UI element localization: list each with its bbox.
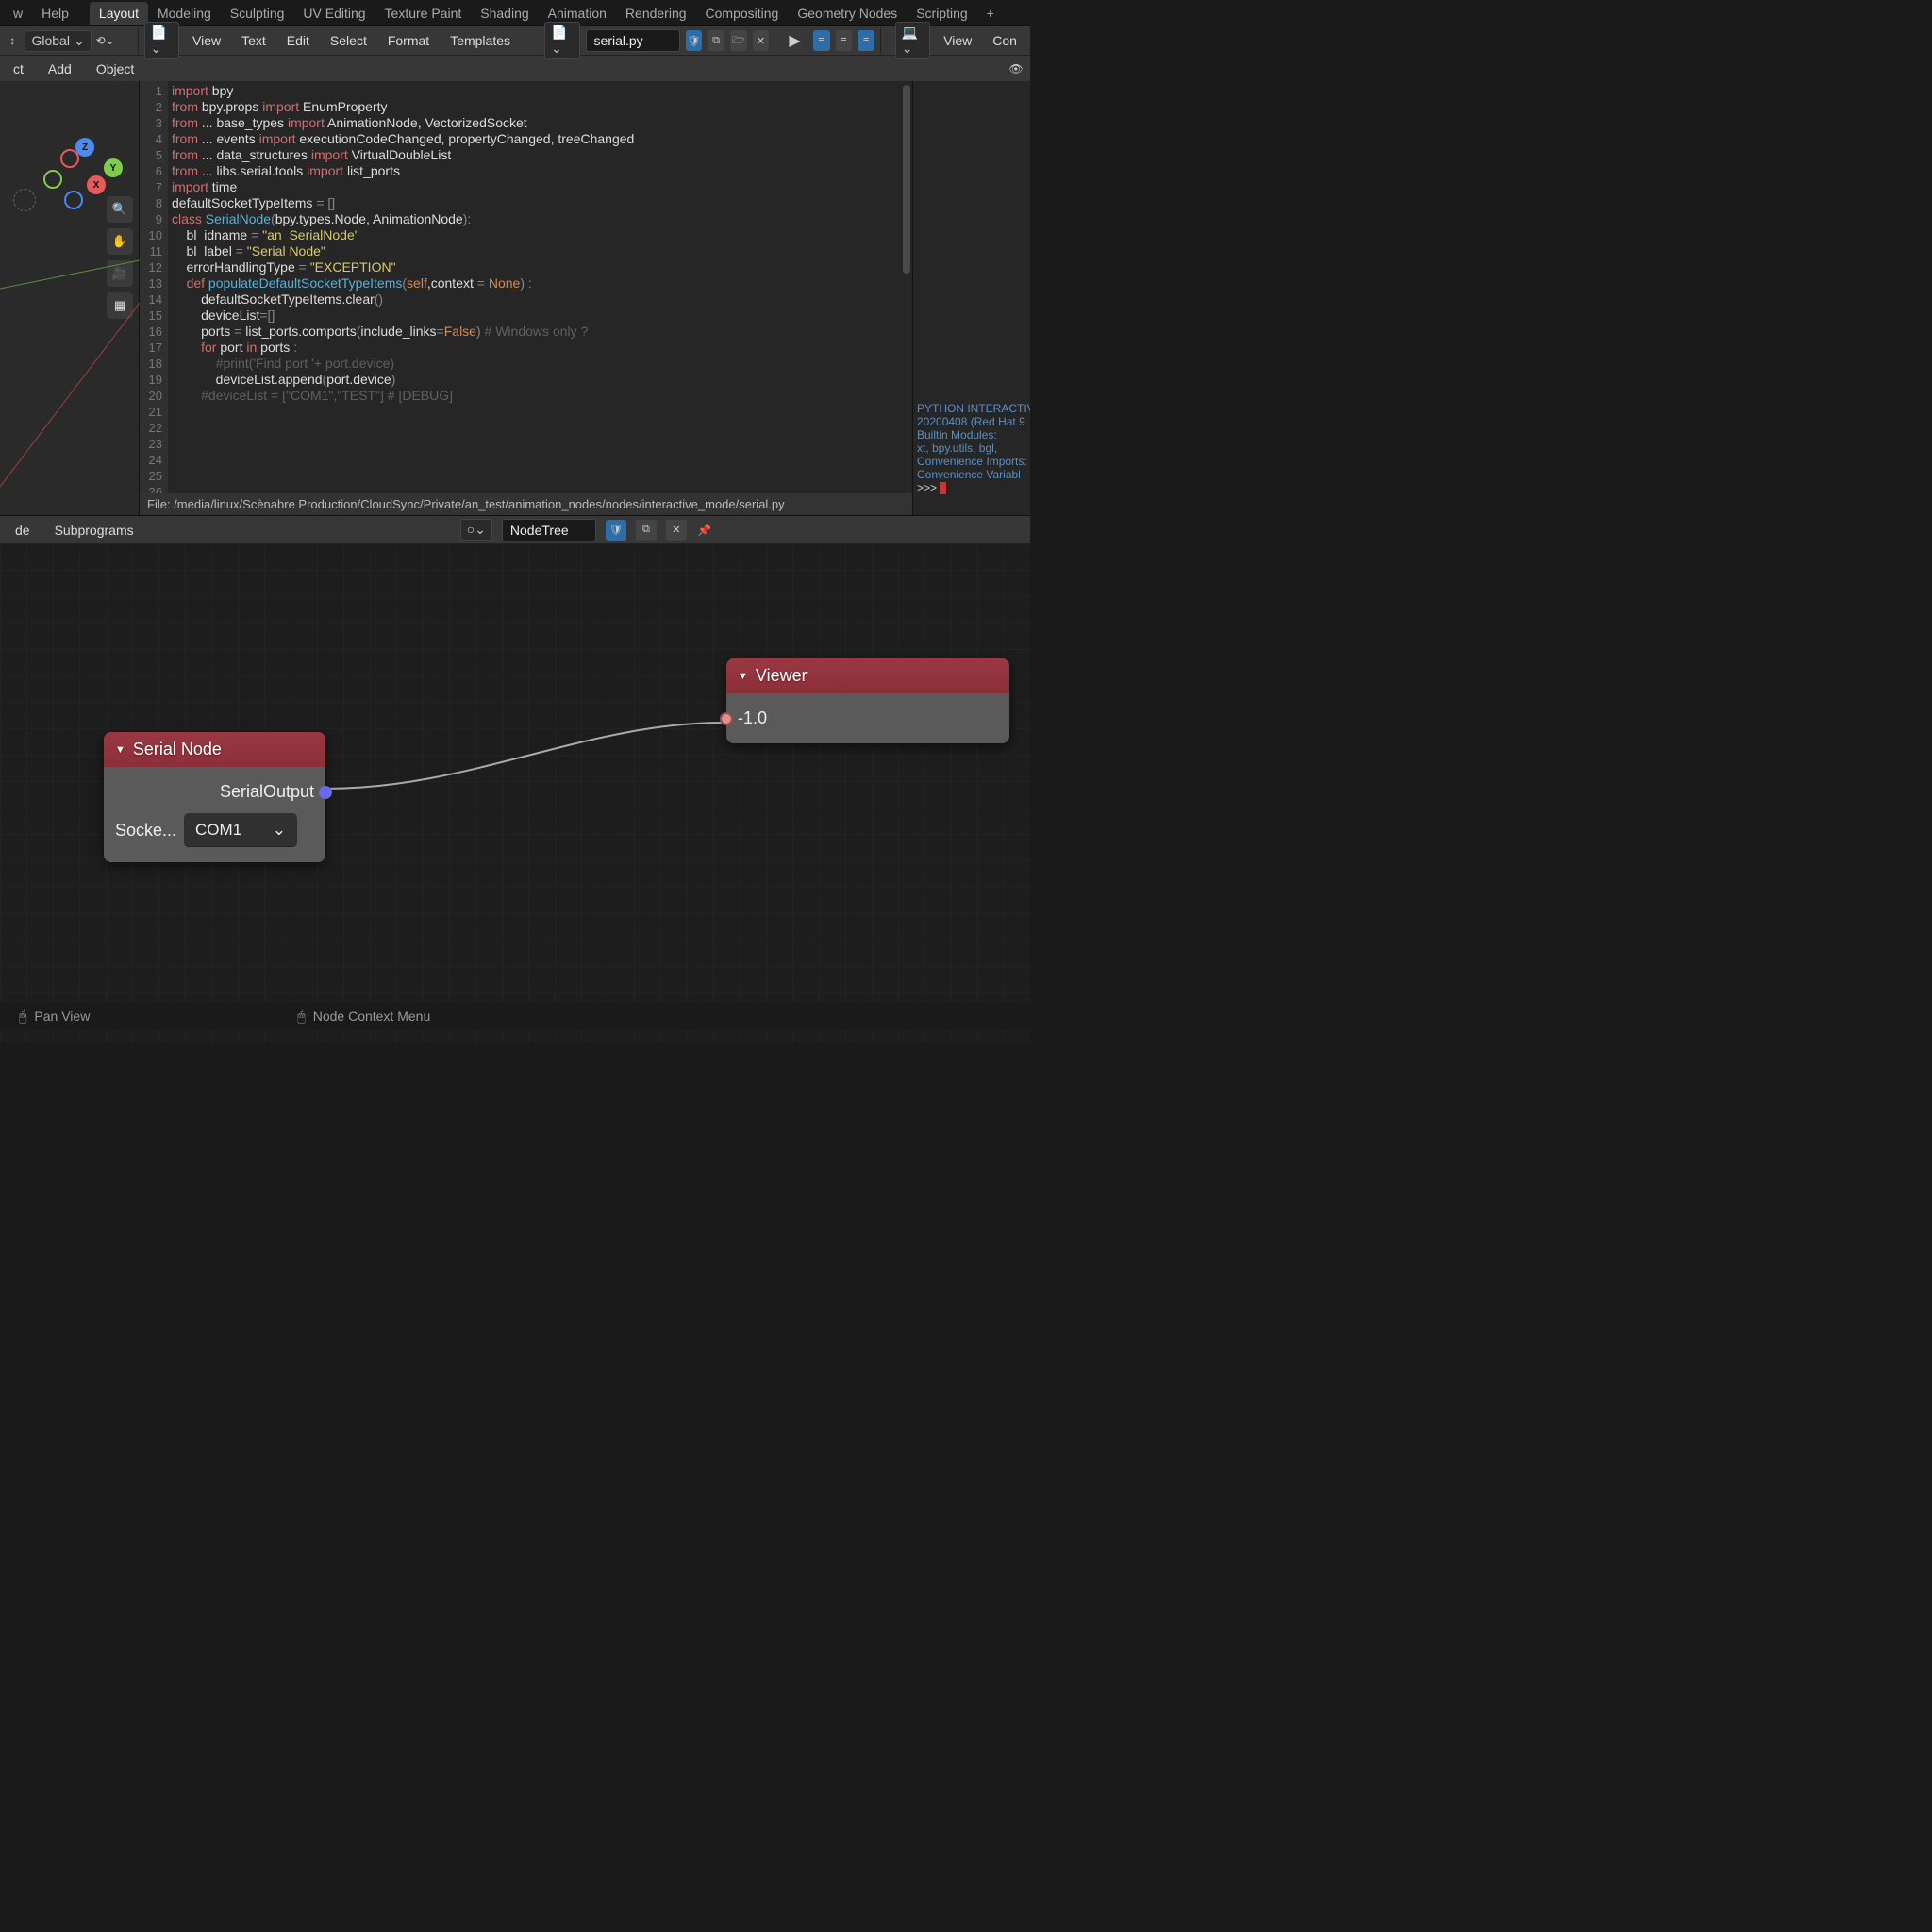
register-toggle[interactable]: 🛡 bbox=[686, 30, 703, 51]
gizmo-neg-y[interactable] bbox=[43, 170, 62, 189]
orientation-select[interactable]: Global ⌄ bbox=[25, 30, 91, 52]
nodetree-shield[interactable]: 🛡 bbox=[606, 520, 626, 541]
collapse-triangle-icon[interactable]: ▼ bbox=[738, 671, 748, 682]
text-datablock-icon[interactable]: 📄⌄ bbox=[544, 22, 579, 59]
new-text-button[interactable]: ⧉ bbox=[708, 30, 724, 51]
tab-shading[interactable]: Shading bbox=[471, 2, 538, 25]
console-type[interactable]: 💻⌄ bbox=[895, 22, 930, 59]
tab-layout[interactable]: Layout bbox=[90, 2, 148, 25]
line-gutter: 1234567891011121314151617181920212223242… bbox=[140, 81, 168, 493]
unlink-button[interactable]: ✕ bbox=[753, 30, 770, 51]
node-editor-header: de Subprograms ○⌄ NodeTree 🛡 ⧉ ✕ 📌 bbox=[0, 515, 1030, 543]
tab-add[interactable]: + bbox=[977, 2, 1004, 25]
zoom-button[interactable]: 🔍 bbox=[107, 196, 133, 223]
status-pan: Pan View bbox=[34, 1008, 90, 1024]
console-menu-con[interactable]: Con bbox=[985, 31, 1024, 50]
camera-button[interactable]: 🎥 bbox=[107, 260, 133, 287]
node-canvas[interactable]: ▼ Serial Node SerialOutput Socke... COM1… bbox=[0, 543, 1030, 1043]
line-numbers-toggle[interactable]: ≡ bbox=[813, 30, 830, 51]
overlay-icon[interactable]: 👁 bbox=[1008, 60, 1024, 77]
nodetree-icon-select[interactable]: ○⌄ bbox=[460, 519, 492, 541]
menu-edit[interactable]: Edit bbox=[279, 31, 317, 50]
serial-node-title: Serial Node bbox=[133, 740, 222, 759]
viewer-node[interactable]: ▼ Viewer -1.0 bbox=[726, 658, 1009, 743]
syntax-highlight-toggle[interactable]: ≡ bbox=[858, 30, 874, 51]
main-area: Z Y X 🔍 ✋ 🎥 ▦ 12345678910111213141516171… bbox=[0, 81, 1030, 515]
serial-output-socket[interactable] bbox=[319, 786, 332, 799]
tab-animation[interactable]: Animation bbox=[539, 2, 616, 25]
menu-format[interactable]: Format bbox=[380, 31, 437, 50]
menu-ct[interactable]: ct bbox=[6, 59, 31, 78]
tab-compositing[interactable]: Compositing bbox=[696, 2, 789, 25]
console-menu-view[interactable]: View bbox=[936, 31, 979, 50]
viewer-input-socket[interactable] bbox=[720, 712, 733, 725]
tab-geometry-nodes[interactable]: Geometry Nodes bbox=[788, 2, 907, 25]
text-editor-type[interactable]: 📄⌄ bbox=[144, 22, 179, 59]
menu-w[interactable]: w bbox=[4, 2, 32, 25]
viewer-node-header[interactable]: ▼ Viewer bbox=[726, 658, 1009, 693]
cursor-icon bbox=[13, 189, 36, 211]
socket-label: Socke... bbox=[115, 821, 176, 841]
menu-view[interactable]: View bbox=[185, 31, 228, 50]
node-menu-de[interactable]: de bbox=[8, 521, 38, 540]
serial-output-label: SerialOutput bbox=[220, 782, 314, 802]
file-path: File: /media/linux/Scènabre Production/C… bbox=[140, 493, 912, 515]
gizmo-neg-z[interactable] bbox=[64, 191, 83, 209]
tab-uv-editing[interactable]: UV Editing bbox=[293, 2, 375, 25]
menu-object[interactable]: Object bbox=[89, 59, 142, 78]
nodetree-unlink[interactable]: ✕ bbox=[666, 520, 687, 541]
menu-text[interactable]: Text bbox=[234, 31, 274, 50]
editor-header: ↕ Global ⌄ ⟲⌄ 📄⌄ View Text Edit Select F… bbox=[0, 26, 1030, 55]
nodetree-new[interactable]: ⧉ bbox=[636, 520, 657, 541]
menu-templates[interactable]: Templates bbox=[442, 31, 518, 50]
serial-node-header[interactable]: ▼ Serial Node bbox=[104, 732, 325, 767]
com-port-dropdown[interactable]: COM1⌄ bbox=[184, 813, 297, 847]
3d-viewport[interactable]: Z Y X 🔍 ✋ 🎥 ▦ bbox=[0, 81, 140, 515]
gizmo-x[interactable]: X bbox=[87, 175, 106, 194]
collapse-triangle-icon[interactable]: ▼ bbox=[115, 744, 125, 756]
status-context: Node Context Menu bbox=[313, 1008, 431, 1024]
script-name-field[interactable]: serial.py bbox=[586, 29, 680, 52]
tab-modeling[interactable]: Modeling bbox=[148, 2, 221, 25]
viewer-value: -1.0 bbox=[738, 708, 767, 728]
editor-scrollbar[interactable] bbox=[903, 85, 910, 274]
menu-add[interactable]: Add bbox=[41, 59, 79, 78]
link-icon[interactable]: ⟲⌄ bbox=[97, 32, 114, 49]
text-editor: 1234567891011121314151617181920212223242… bbox=[140, 81, 912, 515]
perspective-button[interactable]: ▦ bbox=[107, 292, 133, 319]
chevron-down-icon: ⌄ bbox=[273, 821, 286, 840]
menu-select[interactable]: Select bbox=[323, 31, 375, 50]
word-wrap-toggle[interactable]: ≡ bbox=[836, 30, 853, 51]
pin-button[interactable]: 📌 bbox=[696, 522, 713, 539]
tab-sculpting[interactable]: Sculpting bbox=[221, 2, 294, 25]
tab-texture-paint[interactable]: Texture Paint bbox=[375, 2, 472, 25]
orientation-icon[interactable]: ↕ bbox=[6, 32, 19, 49]
tab-scripting[interactable]: Scripting bbox=[907, 2, 976, 25]
python-console[interactable]: PYTHON INTERACTIVE 20200408 (Red Hat 9 B… bbox=[912, 81, 1030, 515]
open-text-button[interactable]: 🗁 bbox=[730, 30, 747, 51]
gizmo-y[interactable]: Y bbox=[104, 158, 123, 177]
console-cursor bbox=[940, 482, 946, 494]
pan-button[interactable]: ✋ bbox=[107, 228, 133, 255]
viewer-node-title: Viewer bbox=[756, 666, 808, 686]
menu-help[interactable]: Help bbox=[32, 2, 78, 25]
status-bar: 🖱 Pan View 🖱 Node Context Menu bbox=[0, 1002, 1030, 1030]
nodetree-name[interactable]: NodeTree bbox=[502, 519, 596, 541]
mouse-icon: 🖱 bbox=[297, 1008, 305, 1024]
gizmo-neg-x[interactable] bbox=[60, 149, 79, 168]
code-content[interactable]: import bpyfrom bpy.props import EnumProp… bbox=[168, 81, 638, 493]
node-menu-subprograms[interactable]: Subprograms bbox=[47, 521, 142, 540]
serial-node[interactable]: ▼ Serial Node SerialOutput Socke... COM1… bbox=[104, 732, 325, 862]
mouse-icon: 🖱 bbox=[19, 1008, 26, 1024]
tab-rendering[interactable]: Rendering bbox=[616, 2, 696, 25]
run-script-button[interactable]: ▶ bbox=[788, 32, 801, 49]
